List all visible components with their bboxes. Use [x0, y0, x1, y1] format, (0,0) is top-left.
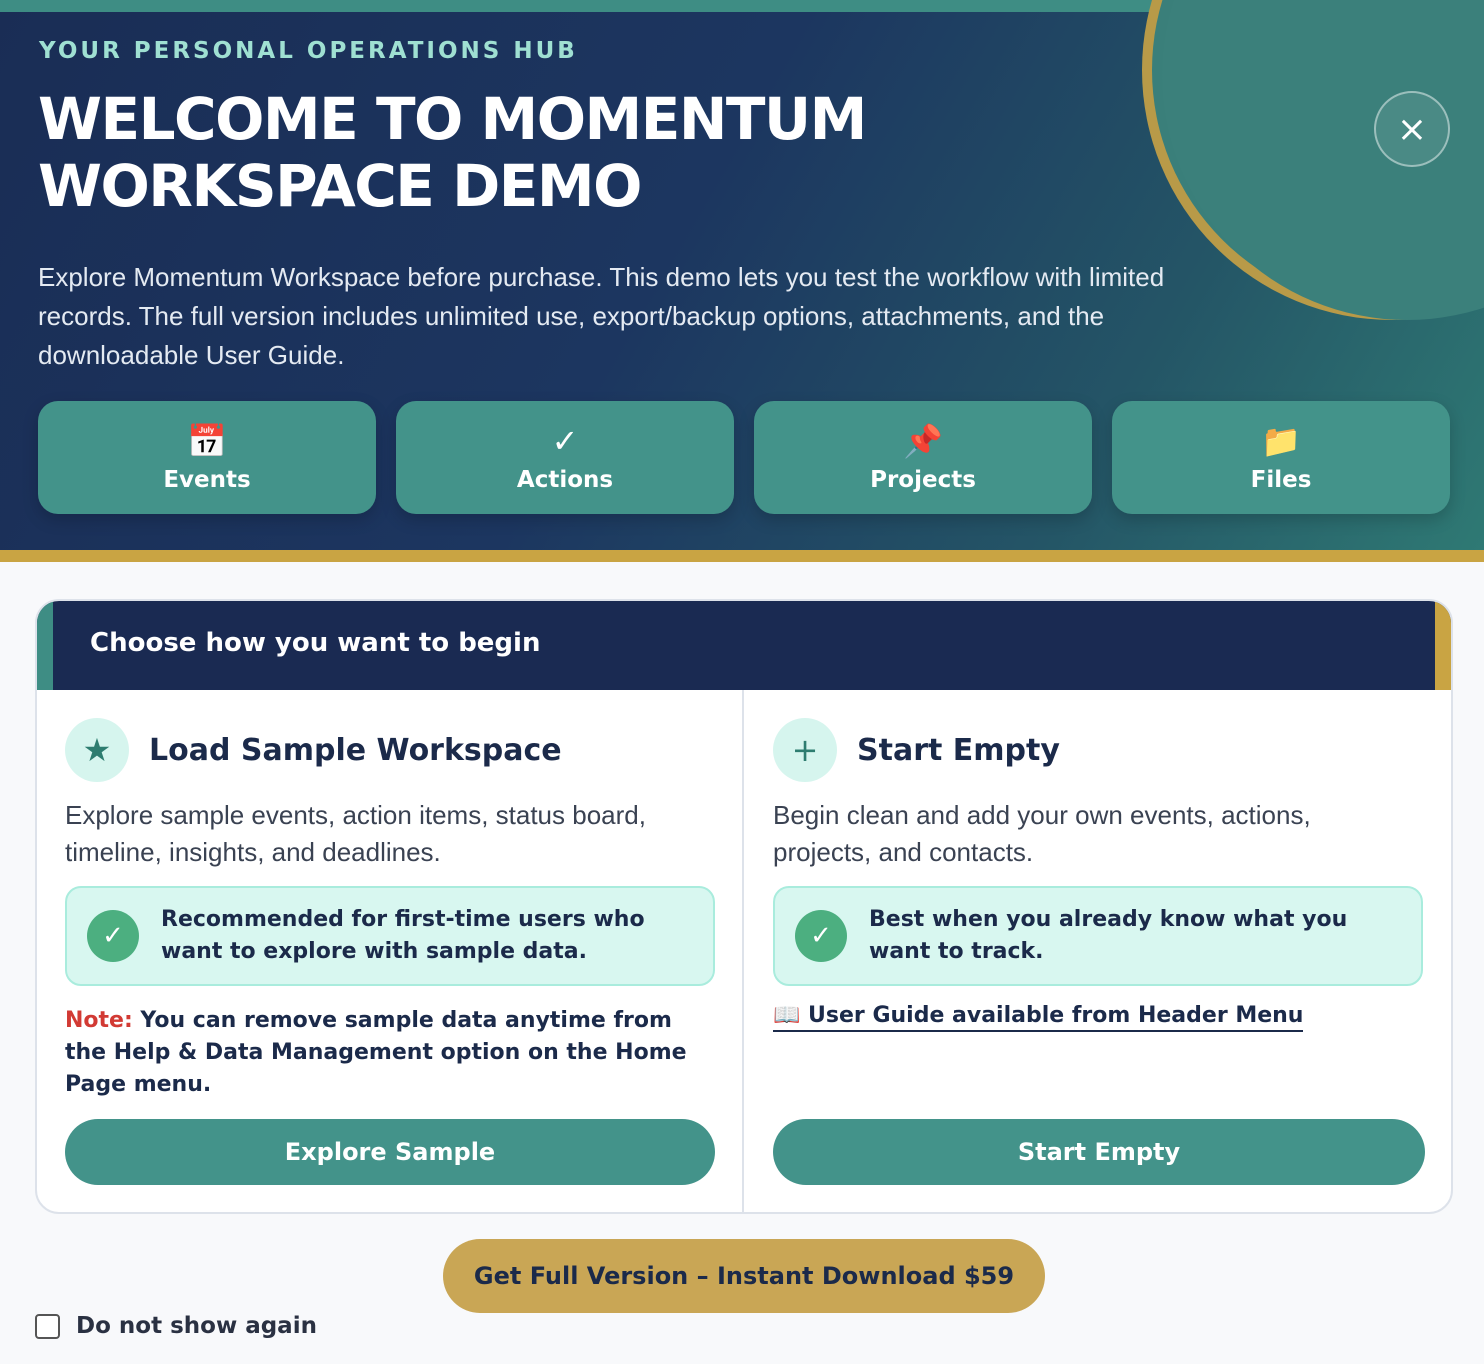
- empty-option-description: Begin clean and add your own events, act…: [773, 800, 1311, 867]
- checkbox-box[interactable]: [35, 1313, 60, 1339]
- empty-option-header: + Start Empty: [773, 718, 1060, 782]
- do-not-show-again-checkbox[interactable]: Do not show again: [35, 1313, 317, 1339]
- sample-option-header: ★ Load Sample Workspace: [65, 718, 562, 782]
- calendar-icon: 📅: [187, 421, 227, 460]
- sample-option-description: Explore sample events, action items, sta…: [65, 800, 646, 867]
- do-not-show-again-label: Do not show again: [76, 1313, 317, 1339]
- empty-recommendation-text: Best when you already know what you want…: [869, 907, 1348, 964]
- check-circle-icon: ✓: [795, 910, 847, 962]
- sample-recommendation: ✓ Recommended for first-time users who w…: [65, 886, 715, 986]
- feature-tiles: 📅 Events ✓ Actions 📌 Projects 📁 Files: [38, 401, 1450, 514]
- close-button[interactable]: ×: [1374, 91, 1450, 167]
- get-full-version-button[interactable]: Get Full Version – Instant Download $59: [443, 1239, 1045, 1313]
- empty-recommendation: ✓ Best when you already know what you wa…: [773, 886, 1423, 986]
- feature-label: Actions: [516, 466, 614, 493]
- hero-title: WELCOME TO MOMENTUM WORKSPACE DEMO: [38, 85, 867, 220]
- sample-option: ★ Load Sample Workspace Explore sample e…: [37, 690, 744, 1212]
- start-empty-button[interactable]: Start Empty: [773, 1119, 1425, 1185]
- hero-bottom-accent: [0, 550, 1484, 562]
- sample-option-title: Load Sample Workspace: [149, 732, 562, 768]
- empty-option: + Start Empty Begin clean and add your o…: [745, 690, 1451, 1212]
- header-right-accent: [1435, 601, 1451, 690]
- star-icon: ★: [65, 718, 129, 782]
- feature-label: Projects: [870, 466, 976, 493]
- note-label: Note:: [65, 1008, 133, 1033]
- user-guide-link[interactable]: 📖 User Guide available from Header Menu: [773, 1003, 1304, 1032]
- feature-label: Files: [1250, 466, 1312, 493]
- close-icon: ×: [1396, 108, 1428, 150]
- note-emphasis: Help & Data Management: [113, 1040, 433, 1065]
- start-options-card: Choose how you want to begin ★ Load Samp…: [35, 599, 1453, 1214]
- explore-sample-button[interactable]: Explore Sample: [65, 1119, 715, 1185]
- feature-tile-projects: 📌 Projects: [754, 401, 1092, 514]
- feature-label: Events: [163, 466, 251, 493]
- sample-note: Note: You can remove sample data anytime…: [65, 1005, 715, 1101]
- card-header: Choose how you want to begin: [37, 601, 1451, 690]
- hero-description: Explore Momentum Workspace before purcha…: [38, 262, 1165, 370]
- feature-tile-files: 📁 Files: [1112, 401, 1450, 514]
- welcome-hero: YOUR PERSONAL OPERATIONS HUB WELCOME TO …: [0, 0, 1484, 562]
- checkmark-icon: ✓: [551, 421, 579, 460]
- plus-icon: +: [773, 718, 837, 782]
- empty-option-title: Start Empty: [857, 732, 1060, 768]
- hero-eyebrow: YOUR PERSONAL OPERATIONS HUB: [39, 38, 578, 64]
- feature-tile-actions: ✓ Actions: [396, 401, 734, 514]
- sample-recommendation-text: Recommended for first-time users who wan…: [161, 907, 645, 964]
- folder-icon: 📁: [1261, 421, 1301, 460]
- check-circle-icon: ✓: [87, 910, 139, 962]
- feature-tile-events: 📅 Events: [38, 401, 376, 514]
- card-heading: Choose how you want to begin: [90, 628, 541, 658]
- pushpin-icon: 📌: [903, 421, 943, 460]
- header-left-accent: [37, 601, 53, 690]
